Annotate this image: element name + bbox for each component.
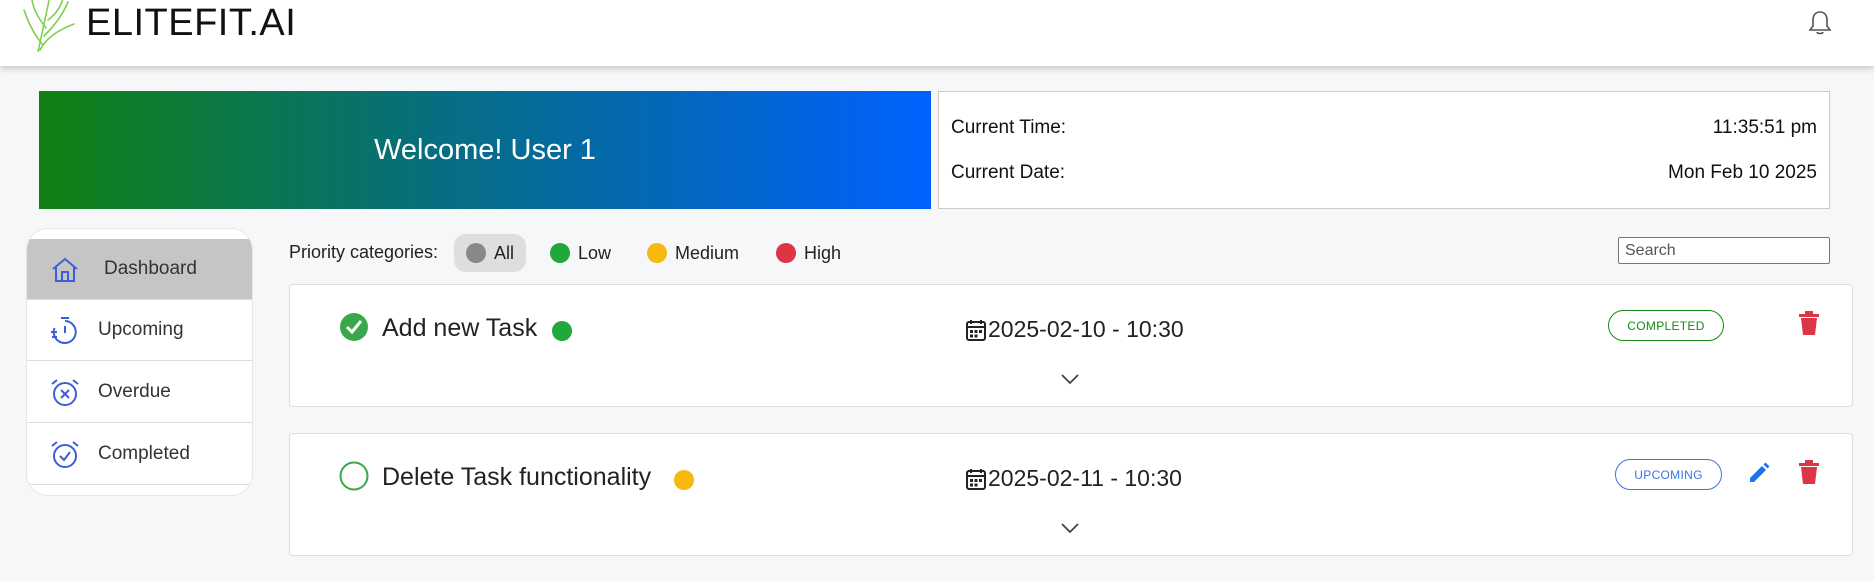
timer-icon bbox=[51, 317, 77, 344]
sidebar-item-label: Completed bbox=[98, 443, 190, 464]
clock-panel: Current Time: 11:35:51 pm Current Date: … bbox=[938, 91, 1830, 209]
chevron-down-icon[interactable] bbox=[1061, 522, 1079, 534]
home-icon bbox=[52, 257, 78, 282]
filter-all[interactable]: All bbox=[454, 234, 526, 272]
calendar-icon bbox=[966, 469, 986, 490]
priority-dot-high bbox=[776, 243, 796, 263]
filter-label: Medium bbox=[675, 242, 740, 263]
incomplete-circle-icon[interactable] bbox=[339, 461, 369, 491]
trash-icon[interactable] bbox=[1798, 310, 1820, 336]
current-date-value: Mon Feb 10 2025 bbox=[1668, 162, 1817, 183]
current-time-row: Current Time: 11:35:51 pm bbox=[951, 117, 1817, 139]
sidebar-item-label: Dashboard bbox=[104, 258, 197, 279]
calendar-icon bbox=[966, 320, 986, 341]
current-date-row: Current Date: Mon Feb 10 2025 bbox=[951, 162, 1817, 184]
filter-low[interactable]: Low bbox=[550, 234, 611, 272]
palm-leaf-logo-icon bbox=[23, 0, 75, 52]
sidebar-item-dashboard[interactable]: Dashboard bbox=[27, 239, 252, 300]
trash-icon[interactable] bbox=[1798, 459, 1820, 485]
priority-dot-medium bbox=[674, 470, 694, 490]
welcome-text: Welcome! User 1 bbox=[374, 133, 596, 166]
chevron-down-icon[interactable] bbox=[1061, 373, 1079, 385]
filter-label: Low bbox=[578, 242, 612, 263]
sidebar-item-completed[interactable]: Completed bbox=[27, 424, 252, 485]
task-title: Delete Task functionality bbox=[382, 463, 652, 491]
task-card: Delete Task functionality 2025-02-11 - 1… bbox=[289, 433, 1853, 556]
current-time-label: Current Time: bbox=[951, 117, 1067, 138]
sidebar-item-label: Upcoming bbox=[98, 319, 184, 340]
task-datetime: 2025-02-11 - 10:30 bbox=[988, 465, 1182, 491]
task-card: Add new Task 2025-02-10 - 10:30 COMPLETE… bbox=[289, 284, 1853, 407]
filter-medium[interactable]: Medium bbox=[647, 234, 739, 272]
task-datetime: 2025-02-10 - 10:30 bbox=[988, 316, 1184, 342]
search-input[interactable] bbox=[1618, 237, 1830, 264]
current-time-value: 11:35:51 pm bbox=[1712, 117, 1817, 138]
priority-dot-low bbox=[552, 321, 572, 341]
sidebar-item-label: Overdue bbox=[98, 381, 171, 402]
top-bar: ELITEFIT.AI bbox=[0, 0, 1874, 66]
priority-dot-low bbox=[550, 243, 570, 263]
filter-label: All bbox=[494, 242, 515, 263]
priority-categories-label: Priority categories: bbox=[289, 242, 439, 262]
bell-icon[interactable] bbox=[1808, 10, 1832, 36]
alarm-off-icon bbox=[51, 379, 79, 406]
alarm-check-icon bbox=[51, 441, 79, 468]
status-badge: COMPLETED bbox=[1608, 310, 1724, 341]
current-date-label: Current Date: bbox=[951, 162, 1066, 183]
priority-dot-all bbox=[466, 243, 486, 263]
task-title: Add new Task bbox=[382, 314, 538, 342]
filter-label: High bbox=[804, 242, 842, 263]
sidebar-nav: Dashboard Upcoming Overdue Completed bbox=[26, 228, 253, 496]
filter-high[interactable]: High bbox=[776, 234, 841, 272]
completed-check-icon[interactable] bbox=[339, 312, 369, 342]
priority-dot-medium bbox=[647, 243, 667, 263]
sidebar-item-overdue[interactable]: Overdue bbox=[27, 362, 252, 423]
welcome-banner: Welcome! User 1 bbox=[39, 91, 931, 209]
sidebar-item-upcoming[interactable]: Upcoming bbox=[27, 300, 252, 361]
status-badge: UPCOMING bbox=[1615, 459, 1722, 490]
brand-name: ELITEFIT.AI bbox=[86, 2, 297, 44]
edit-pencil-icon[interactable] bbox=[1747, 461, 1771, 485]
